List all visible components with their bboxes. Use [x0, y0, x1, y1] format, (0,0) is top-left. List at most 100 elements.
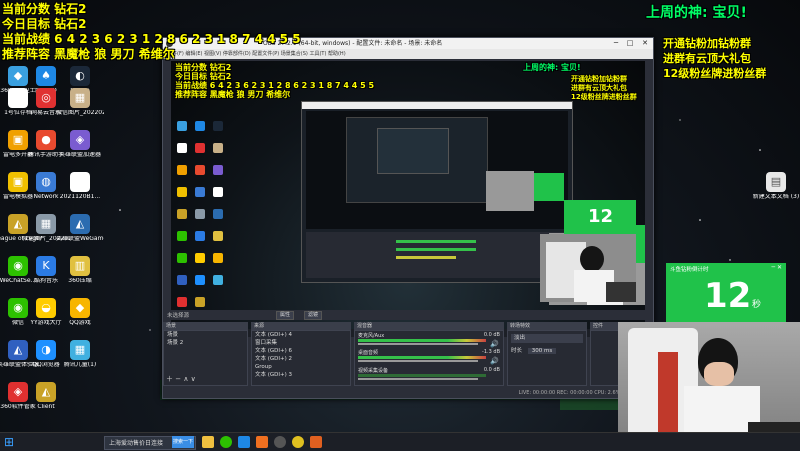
nested-title-bar — [302, 102, 572, 109]
no-source-label: 未选择源 — [167, 313, 190, 319]
nested-preview-deep — [346, 117, 488, 203]
nested-meter — [396, 240, 476, 243]
person-head — [580, 246, 604, 272]
preview-desktop-icon — [213, 209, 223, 219]
maximize-icon[interactable]: □ — [623, 38, 637, 49]
browser-taskbar-icon[interactable] — [292, 436, 304, 448]
volume-meter — [358, 374, 486, 377]
desktop-icon-label: 腾讯儿童(1) — [63, 362, 97, 368]
search-button[interactable]: 搜索一下 — [172, 436, 194, 448]
nested-overlay-right: 开通钻粉加钻粉群 进群有云顶大礼包 12级粉丝牌进粉丝群 — [571, 75, 637, 101]
volume-slider[interactable] — [358, 378, 478, 380]
transition-duration: 时长 300 ms — [511, 346, 583, 354]
nested-preview — [306, 111, 568, 229]
duration-input[interactable]: 300 ms — [527, 348, 557, 354]
desktop-icon[interactable]: ▤ 2021120B1... — [56, 172, 104, 201]
preview-desktop-icon — [177, 253, 187, 263]
windows-taskbar: ⊞ 上海爱动售价日连接 搜索一下 — [0, 432, 800, 451]
preview-desktop-icon — [195, 143, 205, 153]
desktop-icon-label: QQ游戏 — [69, 320, 91, 326]
scenes-dock-title: 场景 — [163, 322, 248, 330]
webcam-capture-small — [540, 234, 636, 302]
preview-desktop-icon — [177, 187, 187, 197]
volume-slider[interactable] — [358, 360, 478, 362]
mixer-track-name: 视频采集设备 — [358, 368, 389, 374]
app-icon: ♠ — [36, 66, 56, 86]
speaker-icon[interactable]: 🔊 — [490, 357, 499, 365]
desktop-icon[interactable]: ▦ 微信图片_2022021... — [56, 88, 104, 117]
properties-button[interactable]: 属性 — [276, 311, 295, 320]
app-taskbar-icon[interactable] — [256, 436, 268, 448]
obs-taskbar-icon[interactable] — [274, 436, 286, 448]
mixer-track-db: -1.3 dB — [482, 349, 500, 355]
desktop-icon[interactable]: ◆ QQ游戏 — [56, 298, 104, 327]
app-icon: ◒ — [36, 298, 56, 318]
app-icon: ▦ — [36, 214, 56, 234]
app-icon: ▥ — [70, 256, 90, 276]
preview-desktop-icon — [177, 209, 187, 219]
scene-item[interactable]: 场景 2 — [164, 339, 247, 347]
file-explorer-icon[interactable] — [202, 436, 214, 448]
app-icon: ▦ — [70, 340, 90, 360]
desktop-icon[interactable]: ◭ 英雄联盟WeGame版 — [56, 214, 104, 243]
scene-item[interactable]: 场景 — [164, 331, 247, 339]
desktop-icon-label: 2021120B1... — [59, 194, 101, 200]
preview-desktop-icon — [213, 121, 223, 131]
widget-title: 斗鱼钻粉倒计时 — [670, 267, 709, 273]
preview-desktop-icon — [195, 231, 205, 241]
preview-desktop-icon — [213, 165, 223, 175]
desktop-icon[interactable]: ◭ Client — [22, 382, 70, 411]
desktop-icon[interactable]: ▦ 腾讯儿童(1) — [56, 340, 104, 369]
overlay-current-rank: 当前分数 钻石2 — [2, 2, 87, 16]
overlay-top-donor: 上周的神: 宝贝! — [646, 5, 747, 21]
minimize-icon[interactable]: ─ — [609, 38, 623, 49]
nested-overlay-top-right: 上周的神: 宝贝! — [523, 63, 581, 72]
close-icon[interactable]: ✕ — [638, 38, 652, 49]
desktop-icon-label: Client — [37, 404, 55, 410]
app-icon: ◭ — [70, 214, 90, 234]
volume-slider[interactable] — [358, 343, 478, 345]
app-icon: ◆ — [70, 298, 90, 318]
preview-desktop-icon — [177, 297, 187, 307]
widget-countdown-value: 12 — [704, 276, 752, 316]
source-item[interactable]: 窗口采集 — [252, 339, 350, 347]
preview-desktop-icon — [195, 275, 205, 285]
obs-source-toolbar: 未选择源 属性 滤镜 — [163, 310, 653, 320]
app-icon: ◐ — [70, 66, 90, 86]
desktop-icon-label: 新建文本文档 (3) — [752, 194, 800, 200]
widget-window-controls[interactable]: ─ ✕ — [771, 264, 782, 271]
preview-desktop-icon — [177, 121, 187, 131]
overlay-fan-group-info: 开通钻粉加钻粉群 进群有云顶大礼包 12级粉丝牌进粉丝群 — [663, 37, 767, 80]
nested-meter — [396, 256, 456, 259]
mixer-dock-title: 混音器 — [354, 322, 504, 330]
desktop-icon[interactable]: ◈ 英雄联盟加速器 — [56, 130, 104, 159]
sources-dock-title: 来源 — [251, 322, 351, 330]
windows-start-icon[interactable]: ⊞ — [4, 436, 16, 448]
source-item[interactable]: 文本 (GDI+) 2 — [252, 355, 350, 363]
transition-select[interactable]: 淡出 — [511, 334, 583, 343]
qq-taskbar-icon[interactable] — [238, 436, 250, 448]
preview-desktop-icon — [195, 209, 205, 219]
source-item[interactable]: 文本 (GDI+) 4 — [252, 331, 350, 339]
nested-overlay-text: 当前分数 钻石2 今日目标 钻石2 当前战绩 6 4 2 3 6 2 3 1 2… — [175, 63, 375, 99]
mixer-track-name: 麦克风/Aux — [358, 333, 385, 339]
source-item[interactable]: 文本 (GDI+) 6 — [252, 347, 350, 355]
chair-stripe — [658, 352, 678, 442]
desktop-icon-label: 微信图片_2022021... — [56, 110, 104, 116]
source-item[interactable]: Group — [252, 363, 350, 371]
volume-meter — [358, 339, 486, 342]
filters-button[interactable]: 滤镜 — [304, 311, 323, 320]
wechat-taskbar-icon[interactable] — [220, 436, 232, 448]
app-taskbar-icon[interactable] — [310, 436, 322, 448]
app-icon: K — [36, 256, 56, 276]
webcam-capture — [618, 322, 800, 450]
speaker-icon[interactable]: 🔊 — [490, 340, 499, 348]
mixer-track-db: 0.0 dB — [483, 367, 500, 373]
scene-dock-controls[interactable]: ＋ − ∧ ∨ — [166, 374, 196, 384]
nested-meter — [396, 248, 476, 251]
transitions-dock: 淡出 时长 300 ms — [507, 330, 587, 386]
desktop-icon-label: 360压缩 — [68, 278, 92, 284]
source-item[interactable]: 文本 (GDI+) 3 — [252, 371, 350, 379]
desktop-icon-text-document[interactable]: ▤ 新建文本文档 (3) — [752, 172, 800, 201]
desktop-icon[interactable]: ▥ 360压缩 — [56, 256, 104, 285]
